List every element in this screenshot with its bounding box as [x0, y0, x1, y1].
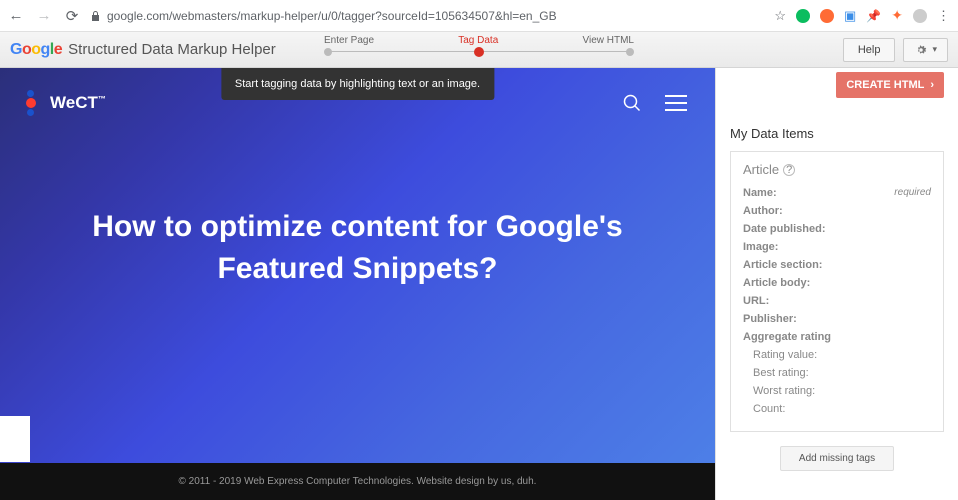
- data-items-panel: CREATE HTML › My Data Items Article ? Na…: [716, 68, 958, 500]
- site-footer: © 2011 - 2019 Web Express Computer Techn…: [0, 463, 715, 500]
- field-rating-value[interactable]: Rating value:: [743, 349, 931, 361]
- menu-icon[interactable]: ⋮: [937, 8, 950, 24]
- step-dot: [474, 47, 484, 57]
- step-dot: [324, 48, 332, 56]
- address-bar[interactable]: google.com/webmasters/markup-helper/u/0/…: [90, 9, 762, 23]
- hero-title[interactable]: How to optimize content for Google's Fea…: [0, 116, 715, 290]
- field-url[interactable]: URL:: [743, 295, 931, 307]
- field-date-published[interactable]: Date published:: [743, 223, 931, 235]
- field-aggregate-rating[interactable]: Aggregate rating: [743, 331, 931, 343]
- chevron-right-icon: ›: [930, 79, 934, 91]
- browser-toolbar: ← → ⟳ google.com/webmasters/markup-helpe…: [0, 0, 958, 32]
- embedded-site: WeCT™ How to optimize content for Google…: [0, 68, 715, 500]
- field-name[interactable]: Name:required: [743, 187, 931, 199]
- chevron-down-icon: ▾: [932, 44, 937, 55]
- step-tag-data[interactable]: Tag Data: [458, 35, 498, 46]
- logo-mark-icon: [18, 90, 44, 116]
- google-logo: Google: [10, 41, 62, 59]
- help-icon[interactable]: ?: [783, 164, 795, 176]
- star-icon[interactable]: ☆: [774, 8, 786, 24]
- step-dot: [626, 48, 634, 56]
- add-missing-tags-button[interactable]: Add missing tags: [780, 446, 894, 471]
- progress-stepper: Enter Page Tag Data View HTML: [324, 35, 634, 56]
- reload-icon[interactable]: ⟳: [64, 8, 80, 24]
- schema-type: Article ?: [743, 162, 931, 177]
- instruction-tooltip: Start tagging data by highlighting text …: [221, 68, 494, 100]
- ext-icon[interactable]: [796, 9, 810, 23]
- logo-text: WeCT: [50, 93, 98, 112]
- url-text: google.com/webmasters/markup-helper/u/0/…: [107, 9, 557, 23]
- ext-icon[interactable]: ▣: [844, 8, 856, 24]
- ext-icon[interactable]: ✦: [891, 7, 903, 24]
- items-box: Article ? Name:required Author: Date pub…: [730, 151, 944, 432]
- field-article-section[interactable]: Article section:: [743, 259, 931, 271]
- hamburger-icon[interactable]: [665, 95, 687, 111]
- white-block: [0, 416, 30, 462]
- field-worst-rating[interactable]: Worst rating:: [743, 385, 931, 397]
- browser-extensions: ☆ ▣ 📌 ✦ ⋮: [774, 7, 950, 24]
- page-preview[interactable]: Start tagging data by highlighting text …: [0, 68, 716, 500]
- field-article-body[interactable]: Article body:: [743, 277, 931, 289]
- panel-title: My Data Items: [730, 126, 944, 141]
- app-header: Google Structured Data Markup Helper Ent…: [0, 32, 958, 68]
- ext-icon[interactable]: 📌: [866, 9, 881, 23]
- field-image[interactable]: Image:: [743, 241, 931, 253]
- ext-icon[interactable]: [820, 9, 834, 23]
- gear-icon: [914, 43, 928, 57]
- step-enter-page[interactable]: Enter Page: [324, 35, 374, 46]
- forward-icon[interactable]: →: [36, 8, 52, 24]
- lock-icon: [90, 10, 101, 22]
- create-html-button[interactable]: CREATE HTML ›: [836, 72, 944, 98]
- search-icon[interactable]: [623, 94, 641, 112]
- settings-button[interactable]: ▾: [903, 38, 948, 62]
- field-publisher[interactable]: Publisher:: [743, 313, 931, 325]
- site-logo[interactable]: WeCT™: [18, 90, 106, 116]
- avatar[interactable]: [913, 9, 927, 23]
- back-icon[interactable]: ←: [8, 8, 24, 24]
- field-author[interactable]: Author:: [743, 205, 931, 217]
- app-title: Structured Data Markup Helper: [68, 41, 276, 58]
- field-count[interactable]: Count:: [743, 403, 931, 415]
- step-view-html[interactable]: View HTML: [582, 35, 634, 46]
- field-best-rating[interactable]: Best rating:: [743, 367, 931, 379]
- help-button[interactable]: Help: [843, 38, 896, 62]
